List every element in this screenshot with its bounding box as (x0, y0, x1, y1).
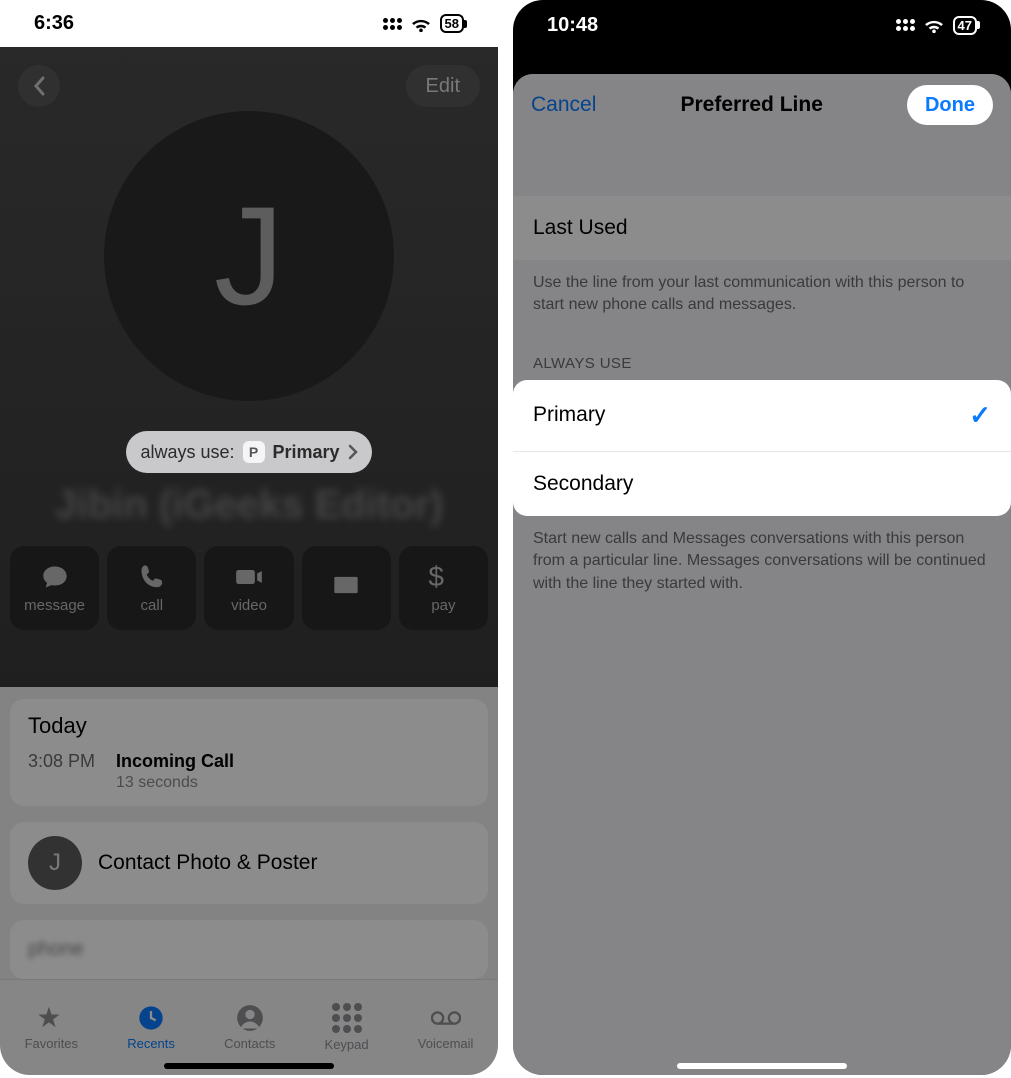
status-time: 6:36 (34, 12, 74, 35)
last-used-row[interactable]: Last Used (513, 196, 1011, 260)
line-pill-prefix: always use: (140, 442, 234, 463)
status-time: 10:48 (547, 14, 598, 37)
tab-bar: ★ Favorites Recents Contacts Keypad (0, 979, 498, 1075)
cancel-button[interactable]: Cancel (531, 93, 596, 117)
contact-name: Jibin (iGeeks Editor) (55, 483, 444, 528)
status-indicators: 58 (383, 14, 464, 33)
contact-card-screen: Edit J always use: P Primary Jibin (iGee… (0, 47, 498, 1075)
option-secondary[interactable]: Secondary (513, 451, 1011, 516)
phone-number-card[interactable]: phone (10, 920, 488, 979)
line-badge: P (243, 441, 265, 463)
message-label: message (24, 597, 85, 614)
status-bar: 6:36 58 (0, 0, 498, 47)
call-duration: 13 seconds (116, 774, 234, 792)
wifi-icon (410, 16, 432, 32)
home-indicator[interactable] (164, 1063, 334, 1069)
battery-indicator: 47 (953, 16, 977, 35)
today-card[interactable]: Today 3:08 PM Incoming Call 13 seconds (10, 699, 488, 806)
dual-sim-signal-icon (896, 19, 915, 31)
call-button[interactable]: call (107, 546, 196, 630)
battery-level: 58 (445, 17, 459, 30)
person-icon (235, 1004, 265, 1032)
contact-avatar: J (104, 111, 394, 401)
action-buttons: message call video $ pay (0, 546, 498, 630)
poster-card[interactable]: J Contact Photo & Poster (10, 822, 488, 904)
contact-hero: Edit J always use: P Primary Jibin (iGee… (0, 47, 498, 687)
tab-recents-label: Recents (127, 1036, 175, 1051)
status-indicators: 47 (896, 16, 977, 35)
always-use-header: ALWAYS USE (513, 329, 1011, 380)
mini-avatar: J (28, 836, 82, 890)
pay-label: pay (431, 597, 455, 614)
keypad-icon (332, 1003, 362, 1033)
last-used-label: Last Used (533, 216, 628, 240)
video-button[interactable]: video (204, 546, 293, 630)
dollar-icon: $ (428, 563, 458, 591)
preferred-line-sheet: Cancel Preferred Line Done Last Used Use… (513, 74, 1011, 1075)
call-label: call (141, 597, 164, 614)
status-bar: 10:48 47 (513, 0, 1011, 50)
done-button[interactable]: Done (907, 85, 993, 125)
pay-button[interactable]: $ pay (399, 546, 488, 630)
tab-contacts[interactable]: Contacts (224, 1004, 275, 1051)
tab-keypad[interactable]: Keypad (325, 1003, 369, 1052)
tab-voicemail[interactable]: Voicemail (418, 1004, 474, 1051)
star-icon: ★ (36, 1004, 66, 1032)
video-label: video (231, 597, 267, 614)
tab-contacts-label: Contacts (224, 1036, 275, 1051)
chevron-right-icon (348, 444, 358, 460)
tab-voicemail-label: Voicemail (418, 1036, 474, 1051)
today-header: Today (28, 713, 470, 739)
call-time: 3:08 PM (28, 751, 106, 792)
option-primary[interactable]: Primary ✓ (513, 380, 1011, 451)
tab-favorites[interactable]: ★ Favorites (25, 1004, 78, 1051)
tab-keypad-label: Keypad (325, 1037, 369, 1052)
option-primary-label: Primary (533, 403, 605, 427)
checkmark-icon: ✓ (969, 400, 991, 431)
edit-button[interactable]: Edit (406, 65, 480, 107)
sheet-title: Preferred Line (680, 93, 822, 117)
voicemail-icon (431, 1004, 461, 1032)
message-button[interactable]: message (10, 546, 99, 630)
line-options-group: Primary ✓ Secondary (513, 380, 1011, 516)
options-footer: Start new calls and Messages conversatio… (513, 516, 1011, 607)
call-title: Incoming Call (116, 751, 234, 772)
tab-favorites-label: Favorites (25, 1036, 78, 1051)
mail-button[interactable] (302, 546, 391, 630)
clock-icon (136, 1004, 166, 1032)
tab-recents[interactable]: Recents (127, 1004, 175, 1051)
line-pill-line: Primary (273, 442, 340, 463)
phone-label: phone (28, 934, 470, 965)
preferred-line-pill[interactable]: always use: P Primary (126, 431, 371, 473)
dual-sim-signal-icon (383, 18, 402, 30)
option-secondary-label: Secondary (533, 472, 633, 496)
right-phone: 10:48 47 Cancel Preferred Line Done Last… (513, 0, 1011, 1075)
back-button[interactable] (18, 65, 60, 107)
home-indicator[interactable] (677, 1063, 847, 1069)
wifi-icon (923, 17, 945, 33)
battery-level: 47 (958, 19, 972, 32)
poster-label: Contact Photo & Poster (98, 851, 317, 875)
last-used-footer: Use the line from your last communicatio… (513, 260, 1011, 329)
battery-indicator: 58 (440, 14, 464, 33)
sheet-header: Cancel Preferred Line Done (513, 74, 1011, 136)
left-phone: 6:36 58 Edit J always use: P Primary Jib… (0, 0, 498, 1075)
